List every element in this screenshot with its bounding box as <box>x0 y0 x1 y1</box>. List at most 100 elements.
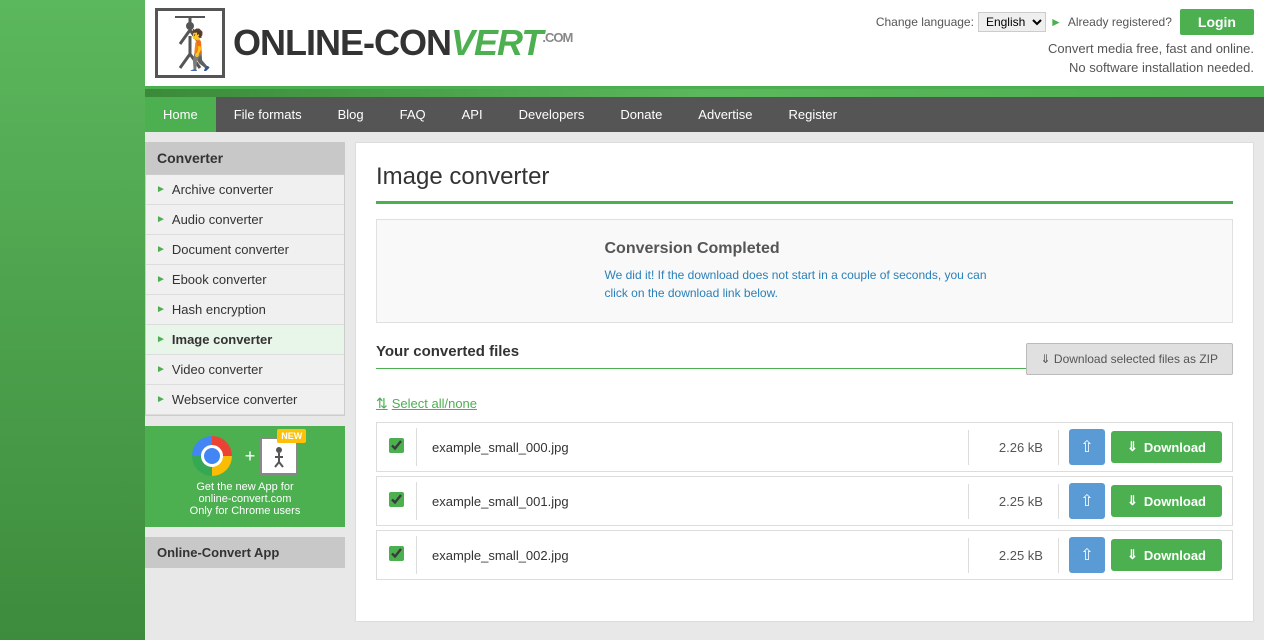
upload-icon-2: ⇧ <box>1080 545 1093 565</box>
file-checkbox-1[interactable] <box>377 482 417 520</box>
sidebar-item-video[interactable]: ► Video converter <box>146 355 344 385</box>
change-language-label: Change language: <box>876 15 974 29</box>
download-label-1: Download <box>1144 494 1206 509</box>
download-button-1[interactable]: ⇓ Download <box>1111 485 1222 517</box>
conversion-complete-text: We did it! If the download does not star… <box>605 266 1005 302</box>
login-button[interactable]: Login <box>1180 9 1254 35</box>
sidebar-item-label: Webservice converter <box>172 392 297 407</box>
already-registered-text: Already registered? <box>1068 15 1172 29</box>
svg-text:🚶: 🚶 <box>175 27 210 71</box>
sidebar-arrow-icon: ► <box>156 394 166 405</box>
file-checkbox-2[interactable] <box>377 536 417 574</box>
app-promo-line2: online-convert.com <box>199 493 292 505</box>
file-check-input-1[interactable] <box>389 492 404 507</box>
nav-donate[interactable]: Donate <box>602 97 680 132</box>
download-label-2: Download <box>1144 548 1206 563</box>
oc-app-section: Online-Convert App <box>145 537 345 568</box>
download-zip-label: Download selected files as ZIP <box>1054 352 1218 366</box>
chrome-icon <box>192 436 232 476</box>
download-icon: ⇓ <box>1041 352 1051 366</box>
lang-arrow-icon: ► <box>1050 15 1062 29</box>
file-check-input-0[interactable] <box>389 438 404 453</box>
nav-register[interactable]: Register <box>771 97 855 132</box>
nav-file-formats[interactable]: File formats <box>216 97 320 132</box>
sidebar-item-webservice[interactable]: ► Webservice converter <box>146 385 344 415</box>
sidebar-converter-header: Converter <box>145 142 345 174</box>
page-title-bar: Image converter <box>376 163 1233 204</box>
sidebar-item-label: Image converter <box>172 332 272 347</box>
app-promo[interactable]: + NEW Get t <box>145 426 345 527</box>
sidebar-item-label: Document converter <box>172 242 289 257</box>
file-checkbox-0[interactable] <box>377 428 417 466</box>
logo-area: 🚶 ONLINE-CONVERT.COM <box>145 0 582 86</box>
upload-button-1[interactable]: ⇧ <box>1069 483 1105 519</box>
sidebar-item-document[interactable]: ► Document converter <box>146 235 344 265</box>
app-promo-text: Get the new App for online-convert.com O… <box>155 481 335 517</box>
sidebar-item-label: Hash encryption <box>172 302 266 317</box>
sidebar: Converter ► Archive converter ► Audio co… <box>145 132 345 632</box>
upload-icon-1: ⇧ <box>1080 491 1093 511</box>
sidebar-arrow-icon: ► <box>156 214 166 225</box>
file-actions-0: ⇧ ⇓ Download <box>1059 423 1232 471</box>
app-promo-inner: + NEW <box>155 436 335 476</box>
file-actions-1: ⇧ ⇓ Download <box>1059 477 1232 525</box>
nav-faq[interactable]: FAQ <box>382 97 444 132</box>
upload-button-0[interactable]: ⇧ <box>1069 429 1105 465</box>
download-button-0[interactable]: ⇓ Download <box>1111 431 1222 463</box>
file-name-1: example_small_001.jpg <box>417 484 969 519</box>
download-icon-1: ⇓ <box>1127 493 1138 509</box>
page-title: Image converter <box>376 163 1233 191</box>
sidebar-item-archive[interactable]: ► Archive converter <box>146 175 344 205</box>
logo-text: ONLINE-CONVERT.COM <box>233 22 572 65</box>
download-icon-0: ⇓ <box>1127 439 1138 455</box>
sidebar-item-label: Audio converter <box>172 212 263 227</box>
app-promo-line3: Only for Chrome users <box>190 505 301 517</box>
language-select[interactable]: English <box>978 12 1046 32</box>
sidebar-arrow-icon: ► <box>156 274 166 285</box>
converted-files-section: ⇓ Download selected files as ZIP Your co… <box>376 343 1233 580</box>
sidebar-item-label: Video converter <box>172 362 263 377</box>
download-icon-2: ⇓ <box>1127 547 1138 563</box>
header: 🚶 ONLINE-CONVERT.COM Change language: En… <box>145 0 1264 89</box>
sidebar-item-audio[interactable]: ► Audio converter <box>146 205 344 235</box>
upload-icon-0: ⇧ <box>1080 437 1093 457</box>
file-size-2: 2.25 kB <box>969 538 1059 573</box>
nav-blog[interactable]: Blog <box>320 97 382 132</box>
green-band <box>145 89 1264 97</box>
file-check-input-2[interactable] <box>389 546 404 561</box>
logo-box: 🚶 <box>155 8 225 78</box>
body-wrapper: Converter ► Archive converter ► Audio co… <box>145 132 1264 632</box>
select-all-label: Select all/none <box>392 396 477 411</box>
sidebar-item-ebook[interactable]: ► Ebook converter <box>146 265 344 295</box>
main-content: Image converter Conversion Completed We … <box>355 142 1254 622</box>
sidebar-menu: ► Archive converter ► Audio converter ► … <box>145 174 345 416</box>
conversion-complete-inner: Conversion Completed We did it! If the d… <box>605 240 1005 302</box>
file-actions-2: ⇧ ⇓ Download <box>1059 531 1232 579</box>
tagline-line2: No software installation needed. <box>1069 60 1254 75</box>
oc-app-label: Online-Convert App <box>157 545 279 560</box>
download-zip-button[interactable]: ⇓ Download selected files as ZIP <box>1026 343 1234 375</box>
nav-developers[interactable]: Developers <box>501 97 603 132</box>
download-button-2[interactable]: ⇓ Download <box>1111 539 1222 571</box>
select-all-button[interactable]: ⇅ Select all/none <box>376 395 477 412</box>
conversion-complete-box: Conversion Completed We did it! If the d… <box>376 219 1233 323</box>
plus-sign: + <box>245 446 256 467</box>
sidebar-arrow-icon: ► <box>156 304 166 315</box>
header-right: Change language: English ► Already regis… <box>876 9 1254 78</box>
new-badge: NEW <box>277 429 306 443</box>
tagline-line1: Convert media free, fast and online. <box>1048 41 1254 56</box>
file-size-1: 2.25 kB <box>969 484 1059 519</box>
sidebar-item-image[interactable]: ► Image converter <box>146 325 344 355</box>
logo-figure-icon: 🚶 <box>170 16 210 71</box>
lang-area: Change language: English ► Already regis… <box>876 9 1254 35</box>
nav-advertise[interactable]: Advertise <box>680 97 770 132</box>
sidebar-item-hash[interactable]: ► Hash encryption <box>146 295 344 325</box>
nav-api[interactable]: API <box>444 97 501 132</box>
left-green-bg <box>0 0 145 640</box>
nav-home[interactable]: Home <box>145 97 216 132</box>
app-figure-icon <box>267 444 291 468</box>
upload-button-2[interactable]: ⇧ <box>1069 537 1105 573</box>
sidebar-item-label: Archive converter <box>172 182 273 197</box>
file-size-0: 2.26 kB <box>969 430 1059 465</box>
sidebar-arrow-icon: ► <box>156 244 166 255</box>
